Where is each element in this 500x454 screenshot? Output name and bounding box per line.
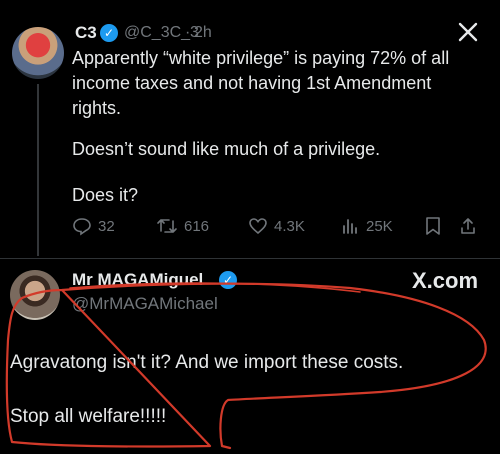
like-icon — [249, 218, 267, 235]
reply-icon — [73, 218, 91, 236]
reply-author-handle[interactable]: @MrMAGAMichael — [72, 294, 218, 314]
views-icon — [343, 219, 357, 234]
x-logo-icon — [458, 22, 478, 42]
tweet-text-paragraph-3: Does it? — [72, 185, 139, 205]
share-icon — [461, 218, 475, 234]
reply-text-paragraph-2: Stop all welfare!!!!! — [10, 406, 167, 427]
separator-dot: · — [185, 24, 191, 41]
reply-count: 32 — [98, 217, 115, 235]
repost-button[interactable]: 616 — [156, 212, 209, 240]
thread-connector — [37, 84, 39, 256]
reply-button[interactable]: 32 — [72, 212, 115, 240]
repost-count: 616 — [184, 217, 210, 235]
reply-author-name[interactable]: Mr MAGAMiguel — [72, 270, 203, 290]
like-button[interactable]: 4.3K — [248, 212, 305, 240]
platform-label: X.com — [412, 268, 479, 293]
verified-badge-icon: ✓ — [100, 24, 118, 42]
author-avatar[interactable] — [12, 27, 64, 79]
divider — [0, 258, 500, 259]
tweet-text-paragraph-2: Doesn’t sound like much of a privilege. — [72, 139, 381, 159]
like-count: 4.3K — [274, 217, 305, 235]
author-name[interactable]: C3 — [75, 23, 97, 43]
bookmark-button[interactable] — [424, 212, 448, 240]
verified-badge-icon: ✓ — [219, 271, 237, 289]
repost-icon — [157, 219, 177, 233]
reply-author-avatar[interactable] — [10, 270, 60, 320]
post-time[interactable]: 2h — [194, 24, 212, 42]
tweet-text-paragraph-1: Apparently “white privilege” is paying 7… — [72, 48, 455, 118]
views-button[interactable]: 25K — [340, 212, 393, 240]
views-count: 25K — [366, 217, 393, 235]
share-button[interactable] — [458, 212, 484, 240]
bookmark-icon — [426, 217, 440, 235]
reply-text-paragraph-1: Agravatong isn't it? And we import these… — [10, 352, 404, 373]
action-bar: 32 616 4.3K 25K — [72, 212, 482, 240]
tweet-card[interactable]: C3 ✓ @C_3C_3 · 2h Apparently “white priv… — [0, 0, 500, 258]
